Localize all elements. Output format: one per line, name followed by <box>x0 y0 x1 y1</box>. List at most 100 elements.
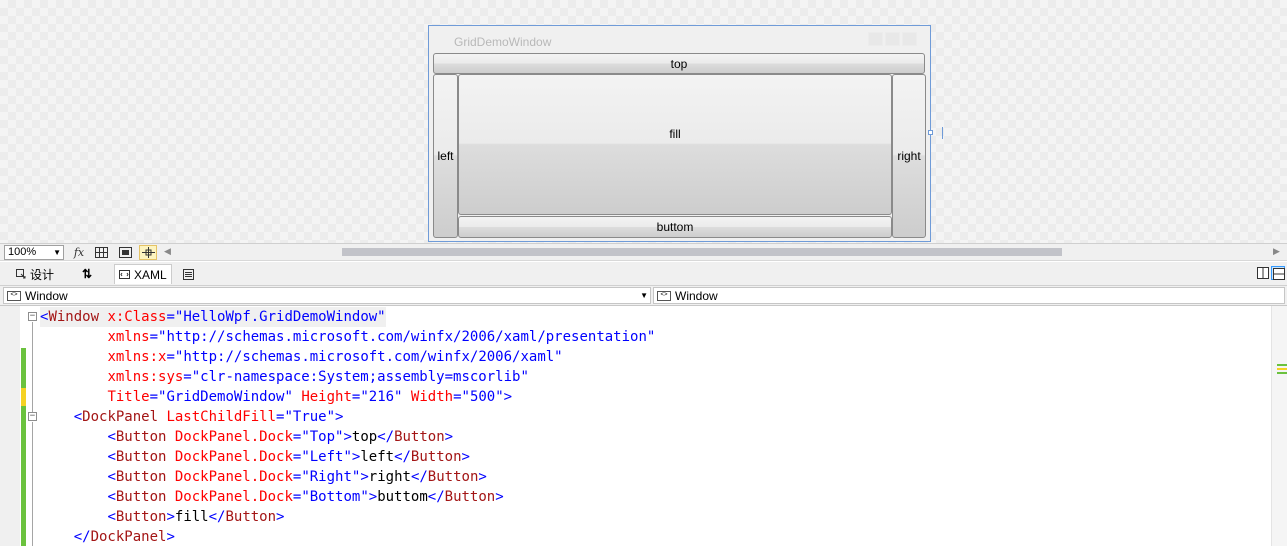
code-token: x:Class <box>99 309 167 325</box>
preview-button-fill[interactable]: fill <box>458 74 892 215</box>
code-token: < <box>107 469 116 485</box>
code-token: </ <box>394 449 411 465</box>
element-combo-left[interactable]: <> Window ▼ <box>3 287 651 304</box>
code-token: > <box>166 509 175 525</box>
tab-xaml[interactable]: XAML <box>114 264 172 284</box>
code-token: Title <box>107 389 150 405</box>
code-line[interactable]: <Window x:Class="HelloWpf.GridDemoWindow… <box>40 307 386 327</box>
code-token: < <box>107 429 116 445</box>
code-token: right <box>368 469 411 485</box>
resize-guide <box>942 127 943 139</box>
code-token: "Bottom" <box>301 489 369 505</box>
code-token: > <box>503 389 513 405</box>
code-token: "500" <box>461 389 504 405</box>
code-token: = <box>183 369 192 385</box>
code-token: DockPanel.Dock <box>166 469 293 485</box>
code-token: LastChildFill <box>158 409 277 425</box>
code-line[interactable]: <DockPanel LastChildFill="True"> <box>40 407 344 427</box>
code-token: < <box>107 449 116 465</box>
xaml-view-icon <box>119 270 130 279</box>
preview-button-right[interactable]: right <box>892 74 926 238</box>
maximize-icon <box>885 32 900 46</box>
snap-lines-icon[interactable] <box>139 245 157 260</box>
preview-button-left[interactable]: left <box>433 74 458 238</box>
code-token: Button <box>115 469 167 485</box>
code-token: "Right" <box>301 469 361 485</box>
code-token: > <box>166 529 175 545</box>
chevron-down-icon: ▼ <box>53 248 61 257</box>
code-line[interactable]: </DockPanel> <box>40 527 175 547</box>
preview-button-top[interactable]: top <box>433 53 925 74</box>
swap-panes-button[interactable]: ⇅ <box>78 264 96 284</box>
chevron-down-icon: ▼ <box>640 291 648 300</box>
code-line[interactable]: <Button DockPanel.Dock="Left">left</Butt… <box>40 447 470 467</box>
snap-grid-icon[interactable] <box>116 245 134 260</box>
code-token: = <box>149 329 159 345</box>
code-line[interactable]: <Button DockPanel.Dock="Top">top</Button… <box>40 427 453 447</box>
code-token: Button <box>444 489 496 505</box>
horizontal-scroll-thumb[interactable] <box>342 248 1062 256</box>
code-token: "216" <box>360 389 403 405</box>
xaml-editor[interactable]: − − <Window x:Class="HelloWpf.GridDemoWi… <box>0 306 1287 546</box>
tab-design-label: 设计 <box>30 267 55 282</box>
code-token: Button <box>410 449 462 465</box>
tab-design[interactable]: 设计 <box>12 264 58 284</box>
code-token: > <box>335 409 344 425</box>
vertical-scrollbar[interactable] <box>1271 306 1287 546</box>
code-token: = <box>166 309 175 325</box>
minimize-icon <box>868 32 883 46</box>
code-token: </ <box>73 529 91 545</box>
code-token: "clr-namespace:System;assembly=mscorlib" <box>191 369 529 385</box>
vertical-split-icon[interactable] <box>1257 267 1269 282</box>
horizontal-split-icon[interactable] <box>1271 266 1285 280</box>
fx-button[interactable]: fx <box>70 245 88 260</box>
scroll-left-icon[interactable]: ◀ <box>164 246 171 257</box>
scroll-right-icon[interactable]: ▶ <box>1273 246 1280 257</box>
code-token: > <box>444 429 454 445</box>
resize-handle[interactable] <box>928 130 933 135</box>
element-combo-right-value: Window <box>675 288 718 303</box>
code-token: xmlns:sys <box>107 369 184 385</box>
code-token: "HelloWpf.GridDemoWindow" <box>174 309 386 325</box>
code-area[interactable]: <Window x:Class="HelloWpf.GridDemoWindow… <box>0 306 1270 546</box>
element-icon: <> <box>657 290 671 301</box>
code-line[interactable]: <Button DockPanel.Dock="Right">right</Bu… <box>40 467 486 487</box>
code-line[interactable]: <Button DockPanel.Dock="Bottom">buttom</… <box>40 487 503 507</box>
code-token: Width <box>402 389 454 405</box>
code-token: = <box>453 389 462 405</box>
code-token: top <box>351 429 378 445</box>
code-token: "Left" <box>301 449 352 465</box>
code-token: = <box>149 389 159 405</box>
element-combo-right[interactable]: <> Window <box>653 287 1285 304</box>
preview-window[interactable]: GridDemoWindow top left right fill butto… <box>428 25 931 242</box>
code-token: buttom <box>377 489 428 505</box>
design-view-icon <box>16 269 26 279</box>
code-token: DockPanel.Dock <box>166 429 293 445</box>
preview-button-bottom[interactable]: buttom <box>458 216 892 238</box>
code-token: > <box>343 429 352 445</box>
tab-xaml-label: XAML <box>134 267 167 282</box>
horizontal-scrollbar[interactable] <box>178 247 1273 257</box>
code-token: > <box>461 449 470 465</box>
designer-toolbar: 100% ▼ fx ◀ ▶ <box>0 244 1287 261</box>
document-outline-icon[interactable] <box>179 264 198 284</box>
zoom-select[interactable]: 100% ▼ <box>4 245 64 260</box>
code-line[interactable]: xmlns="http://schemas.microsoft.com/winf… <box>40 327 655 347</box>
code-line[interactable]: <Button>fill</Button> <box>40 507 284 527</box>
code-token: < <box>73 409 83 425</box>
code-token: xmlns <box>107 329 150 345</box>
code-line[interactable]: Title="GridDemoWindow" Height="216" Widt… <box>40 387 512 407</box>
code-line[interactable]: xmlns:x="http://schemas.microsoft.com/wi… <box>40 347 562 367</box>
code-line[interactable]: xmlns:sys="clr-namespace:System;assembly… <box>40 367 529 387</box>
element-icon: <> <box>7 290 21 301</box>
grid-icon[interactable] <box>92 245 110 260</box>
code-token: Button <box>427 469 479 485</box>
designer-surface[interactable]: GridDemoWindow top left right fill butto… <box>0 0 1287 244</box>
